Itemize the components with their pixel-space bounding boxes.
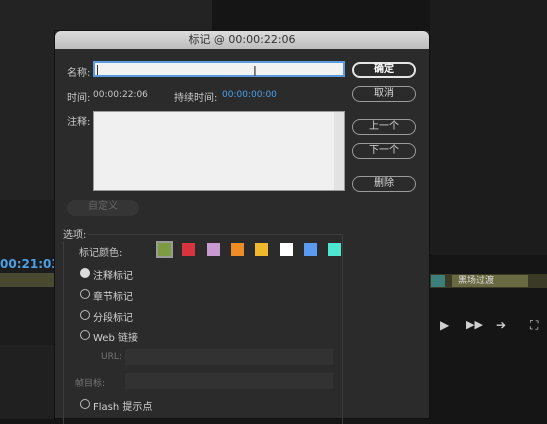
i-beam-cursor-icon: I bbox=[253, 65, 257, 80]
marker-color-swatch[interactable] bbox=[156, 241, 173, 258]
url-label: URL: bbox=[101, 352, 122, 362]
cancel-button[interactable]: 取消 bbox=[352, 86, 416, 102]
comment-textarea[interactable] bbox=[93, 111, 345, 191]
time-label: 时间: bbox=[67, 93, 91, 104]
timeline-transition-clip[interactable]: 黑场过渡 bbox=[452, 275, 528, 287]
timeline-track-area bbox=[0, 345, 56, 419]
timeline-clip[interactable] bbox=[431, 275, 445, 287]
comment-label: 注释: bbox=[67, 117, 91, 128]
dialog-title[interactable]: 标记 @ 00:00:22:06 bbox=[55, 31, 429, 49]
step-forward-icon[interactable]: ▶▶ bbox=[466, 318, 483, 331]
delete-button[interactable]: 删除 bbox=[352, 176, 416, 192]
play-icon[interactable]: ▶ bbox=[440, 318, 449, 332]
comment-scrollbar[interactable] bbox=[334, 112, 344, 190]
next-marker-button[interactable]: 下一个 bbox=[352, 143, 416, 159]
frame-target-input[interactable] bbox=[125, 373, 333, 389]
marker-color-swatch[interactable] bbox=[230, 243, 244, 256]
flash-cue-point-label: Flash 提示点 bbox=[93, 402, 153, 413]
overwrite-icon[interactable]: ⛶ bbox=[530, 318, 538, 333]
marker-color-swatch[interactable] bbox=[255, 243, 269, 256]
comment-marker-radio[interactable] bbox=[80, 268, 90, 278]
comment-marker-label: 注释标记 bbox=[93, 271, 133, 282]
options-legend: 选项: bbox=[61, 226, 89, 241]
insert-icon[interactable]: ➔ bbox=[496, 318, 506, 332]
name-input[interactable] bbox=[93, 61, 345, 77]
segment-marker-radio[interactable] bbox=[80, 310, 90, 320]
time-value: 00:00:22:06 bbox=[93, 90, 148, 100]
duration-value[interactable]: 00:00:00:00 bbox=[222, 90, 277, 100]
flash-cue-point-radio[interactable] bbox=[80, 399, 90, 409]
text-caret bbox=[97, 65, 98, 75]
program-monitor-panel bbox=[430, 0, 547, 255]
timeline-track-strip bbox=[0, 273, 56, 287]
marker-color-swatch[interactable] bbox=[328, 243, 342, 256]
ok-button[interactable]: 确定 bbox=[352, 62, 416, 78]
web-link-label: Web 链接 bbox=[93, 333, 138, 344]
marker-color-label: 标记颜色: bbox=[79, 248, 123, 259]
custom-button[interactable]: 自定义 bbox=[67, 200, 139, 216]
marker-color-swatch[interactable] bbox=[206, 243, 220, 256]
marker-dialog: 标记 @ 00:00:22:06 名称: I 时间: 00:00:22:06 持… bbox=[54, 30, 430, 424]
segment-marker-label: 分段标记 bbox=[93, 313, 133, 324]
web-link-radio[interactable] bbox=[80, 330, 90, 340]
timeline-timecode[interactable]: 00:21:03 bbox=[0, 257, 60, 271]
chapter-marker-radio[interactable] bbox=[80, 289, 90, 299]
marker-color-swatch[interactable] bbox=[279, 243, 293, 256]
name-label: 名称: bbox=[67, 68, 91, 79]
previous-marker-button[interactable]: 上一个 bbox=[352, 119, 416, 135]
chapter-marker-label: 章节标记 bbox=[93, 292, 133, 303]
duration-label: 持续时间: bbox=[174, 93, 218, 104]
url-input[interactable] bbox=[125, 349, 333, 365]
marker-color-swatch[interactable] bbox=[303, 243, 317, 256]
frame-target-label: 帧目标: bbox=[75, 379, 106, 389]
marker-color-swatch[interactable] bbox=[182, 243, 196, 256]
